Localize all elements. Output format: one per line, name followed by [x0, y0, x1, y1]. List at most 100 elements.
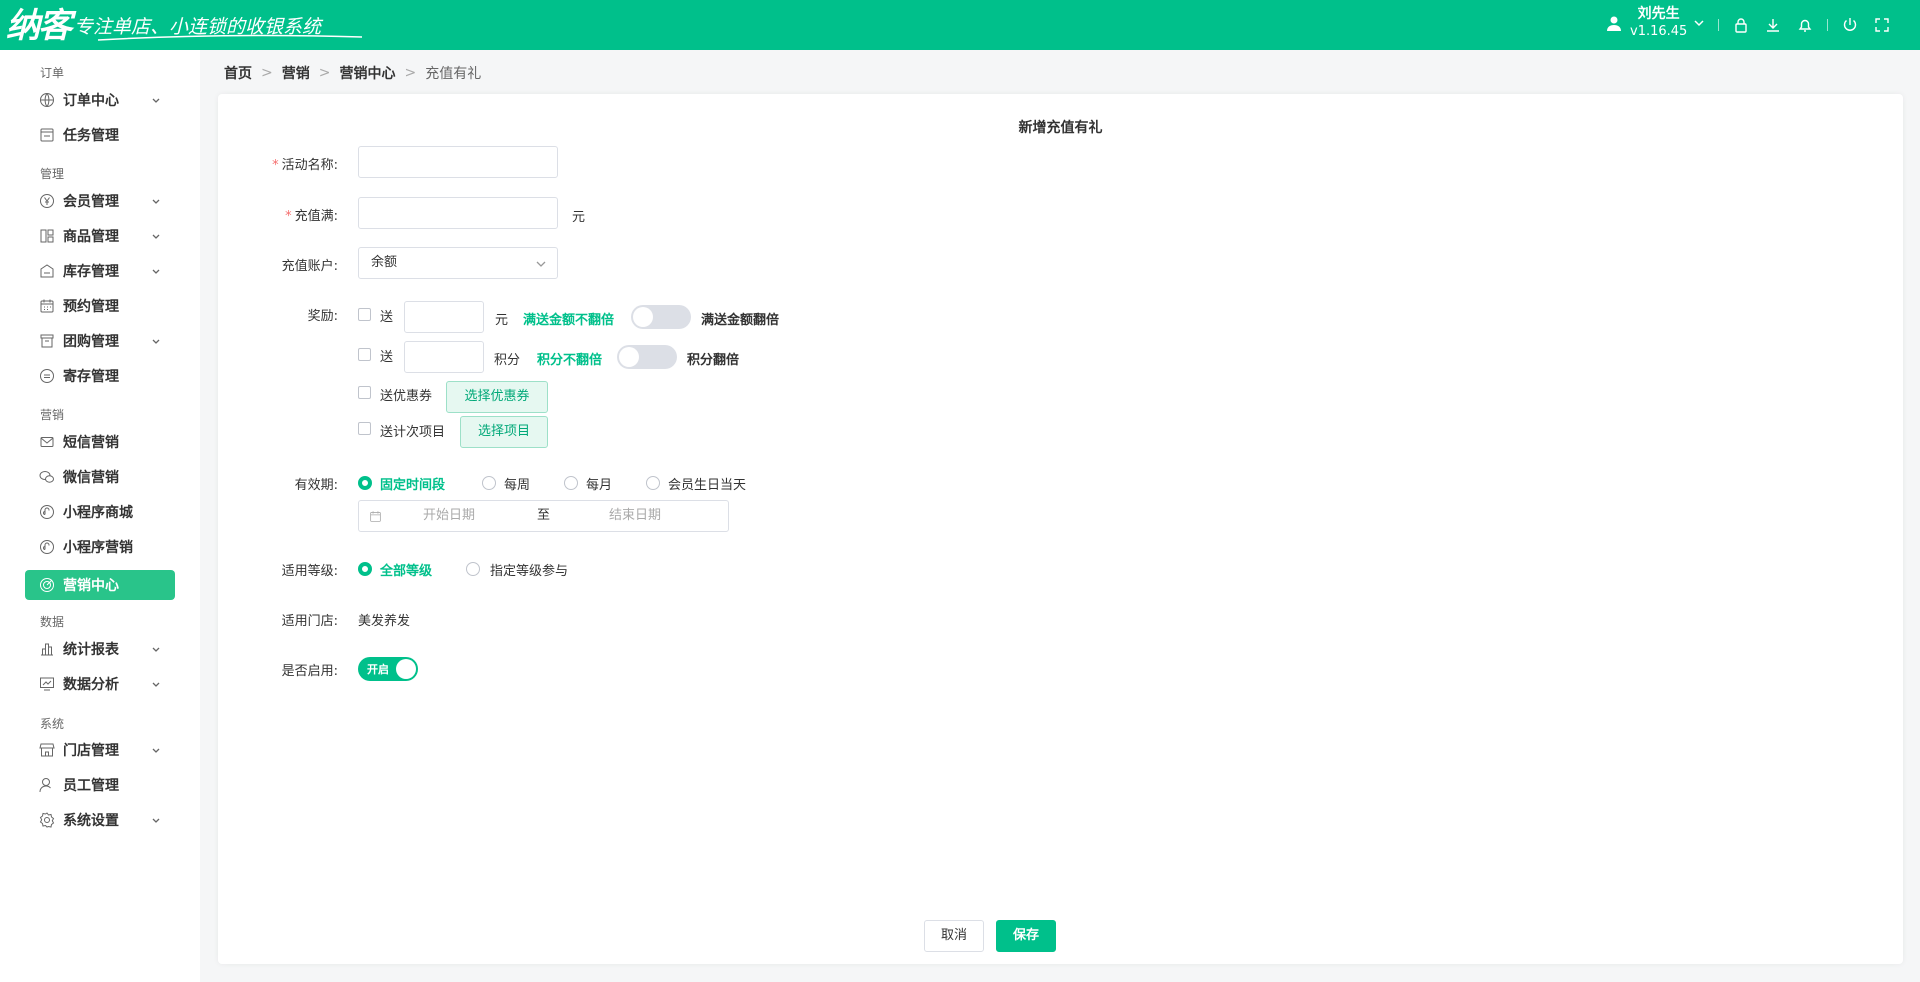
activity-name-input[interactable] — [358, 146, 558, 178]
level-radio-specific[interactable] — [466, 562, 480, 576]
enabled-label: 是否启用: — [281, 664, 338, 679]
sidebar-item-label: 小程序商城 — [63, 505, 133, 521]
reward-points-input[interactable] — [404, 341, 484, 373]
chevron-down-icon — [152, 682, 160, 687]
reward-coupon-checkbox[interactable] — [358, 386, 371, 399]
reward-amount-unit: 元 — [495, 313, 509, 328]
chevron-down-icon — [1694, 20, 1704, 27]
sidebar-section-title: 管理 — [40, 167, 65, 181]
reward-project-checkbox[interactable] — [358, 422, 371, 435]
logo-swoosh — [97, 34, 363, 41]
save-button[interactable]: 保存 — [996, 920, 1056, 952]
breadcrumb-current: 充值有礼 — [425, 66, 482, 82]
sidebar-item-mini-marketing[interactable]: 小程序营销 — [25, 532, 175, 562]
sidebar-item-label: 预约管理 — [63, 299, 119, 315]
sidebar-item-stores[interactable]: 门店管理 — [25, 735, 175, 765]
sidebar-item-members[interactable]: 会员管理 — [25, 186, 175, 216]
sidebar-item-inventory[interactable]: 库存管理 — [25, 256, 175, 286]
reward-points-checkbox[interactable] — [358, 348, 371, 361]
sidebar-item-label: 微信营销 — [63, 470, 119, 486]
sidebar-item-wechat[interactable]: 微信营销 — [25, 462, 175, 492]
sidebar-item-tasks[interactable]: 任务管理 — [25, 120, 175, 150]
validity-radio-monthly[interactable] — [564, 476, 578, 490]
sidebar-item-group-buy[interactable]: 团购管理 — [25, 326, 175, 356]
sidebar-item-label: 会员管理 — [63, 194, 119, 210]
sidebar-section-title: 营销 — [40, 408, 65, 422]
points-double-switch[interactable] — [617, 345, 677, 369]
recharge-amount-label: * 充值满: — [285, 209, 338, 224]
level-option-all: 全部等级 — [380, 564, 433, 579]
download-icon[interactable] — [1762, 14, 1784, 36]
breadcrumb-separator: > — [261, 65, 273, 81]
miniprogram-icon — [40, 505, 54, 519]
breadcrumb-separator: > — [318, 65, 331, 81]
sidebar-item-label: 订单中心 — [63, 93, 119, 109]
wechat-icon — [39, 471, 54, 483]
task-icon — [40, 128, 54, 142]
validity-radio-weekly[interactable] — [482, 476, 496, 490]
sidebar-item-booking[interactable]: 预约管理 — [25, 291, 175, 321]
breadcrumb-home[interactable]: 首页 — [224, 63, 252, 83]
lock-icon[interactable] — [1730, 14, 1752, 36]
amount-no-double-label: 满送金额不翻倍 — [523, 313, 615, 328]
validity-option-weekly: 每周 — [504, 478, 531, 493]
enabled-switch[interactable]: 开启 — [358, 657, 418, 681]
fullscreen-icon[interactable] — [1871, 14, 1893, 36]
sidebar-item-analytics[interactable]: 数据分析 — [25, 669, 175, 699]
app-version: v1.16.45 — [1630, 24, 1688, 39]
breadcrumb-marketing[interactable]: 营销 — [282, 63, 310, 83]
sidebar-item-settings[interactable]: 系统设置 — [25, 805, 175, 835]
power-icon[interactable] — [1839, 14, 1861, 36]
sidebar-item-reports[interactable]: 统计报表 — [25, 634, 175, 664]
validity-option-birthday: 会员生日当天 — [668, 478, 747, 493]
store-icon — [39, 743, 55, 757]
end-date-placeholder[interactable]: 结束日期 — [609, 501, 661, 531]
mail-icon — [40, 437, 54, 447]
select-project-button[interactable]: 选择项目 — [460, 416, 548, 448]
level-label: 适用等级: — [281, 564, 338, 579]
sidebar-item-order-center[interactable]: 订单中心 — [25, 85, 175, 115]
storage-icon — [40, 369, 54, 383]
validity-radio-fixed[interactable] — [358, 476, 372, 490]
sidebar-item-products[interactable]: 商品管理 — [25, 221, 175, 251]
start-date-placeholder[interactable]: 开始日期 — [423, 501, 475, 531]
sidebar-item-mini-mall[interactable]: 小程序商城 — [25, 497, 175, 527]
enabled-switch-text: 开启 — [367, 663, 389, 676]
validity-option-monthly: 每月 — [586, 478, 613, 493]
sidebar-item-sms[interactable]: 短信营销 — [25, 427, 175, 457]
breadcrumb-marketing-center[interactable]: 营销中心 — [339, 63, 395, 83]
recharge-amount-input[interactable] — [358, 197, 558, 229]
sidebar-item-staff[interactable]: 员工管理 — [25, 770, 175, 800]
level-radio-all[interactable] — [358, 562, 372, 576]
date-range-picker[interactable]: 开始日期 至 结束日期 — [358, 500, 729, 532]
sidebar-item-storage[interactable]: 寄存管理 — [25, 361, 175, 391]
date-range-separator: 至 — [537, 508, 551, 523]
recharge-unit: 元 — [572, 210, 586, 225]
bell-icon[interactable] — [1794, 14, 1816, 36]
sidebar-section-title: 订单 — [40, 66, 65, 80]
select-coupon-button[interactable]: 选择优惠券 — [446, 381, 548, 413]
account-select-value: 余额 — [371, 255, 398, 270]
reward-project-label: 送计次项目 — [380, 425, 446, 440]
sidebar-item-label: 数据分析 — [63, 677, 119, 693]
reward-amount-input[interactable] — [404, 301, 484, 333]
monitor-chart-icon — [40, 677, 54, 691]
activity-name-label: * 活动名称: — [272, 158, 338, 173]
sidebar: 订单 订单中心 任务管理 管理 会员管理 商品管理 库存管理 预约管理 团购管理… — [0, 50, 200, 982]
store-label: 适用门店: — [281, 614, 338, 629]
miniprogram-icon — [40, 540, 54, 554]
cancel-button[interactable]: 取消 — [924, 920, 984, 952]
account-select[interactable]: 余额 — [358, 247, 558, 279]
reward-amount-checkbox[interactable] — [358, 308, 371, 321]
validity-radio-birthday[interactable] — [646, 476, 660, 490]
sidebar-item-marketing-center[interactable]: 营销中心 — [25, 570, 175, 600]
chevron-down-icon — [152, 199, 160, 204]
user-name: 刘先生 — [1637, 6, 1680, 22]
sidebar-item-label: 门店管理 — [63, 743, 119, 759]
chevron-down-icon — [152, 647, 160, 652]
logo-mark: 纳客 — [6, 6, 72, 46]
user-menu[interactable]: 刘先生 v1.16.45 — [1606, 6, 1705, 40]
sidebar-item-label: 短信营销 — [63, 435, 119, 451]
amount-double-switch[interactable] — [631, 305, 691, 329]
warehouse-icon — [40, 264, 54, 278]
